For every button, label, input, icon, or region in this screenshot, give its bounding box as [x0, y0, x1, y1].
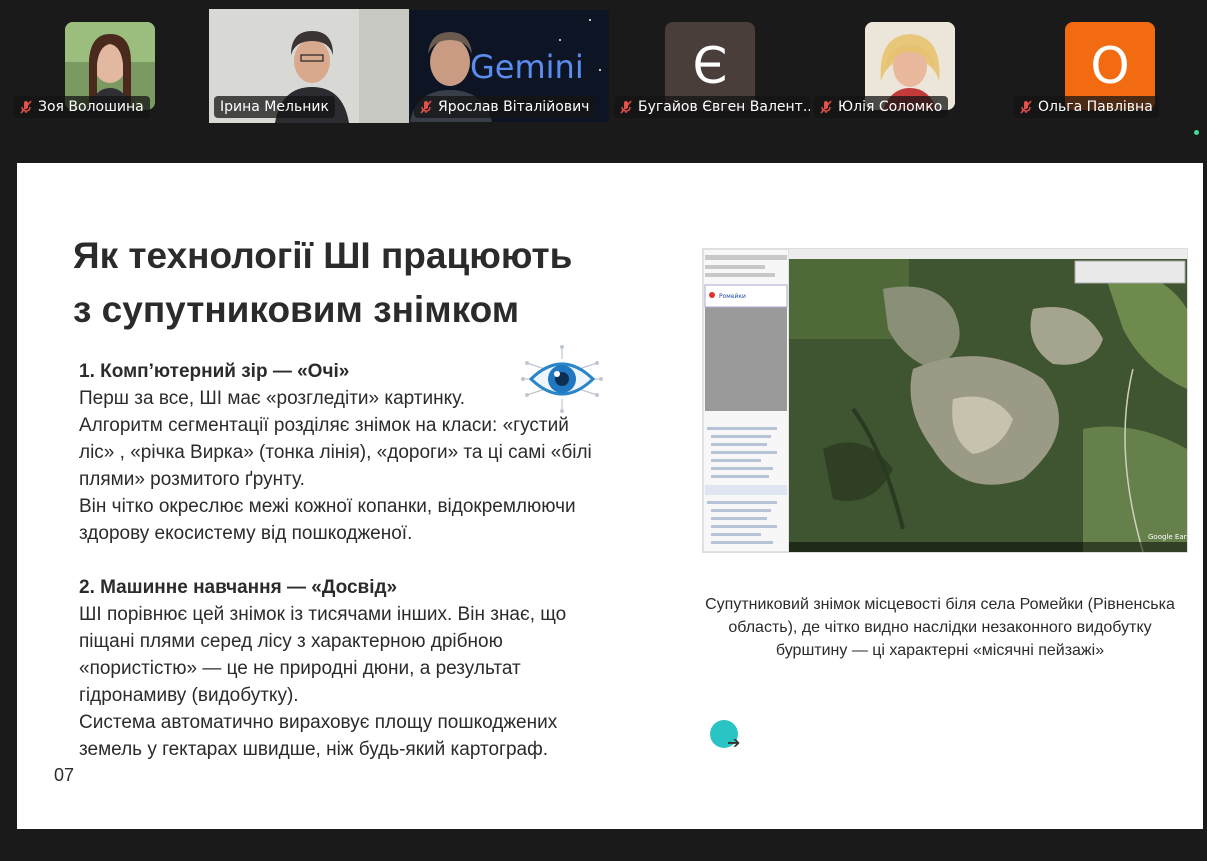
mic-muted-icon — [818, 99, 834, 115]
map-sidebar-item: Ромейки — [719, 293, 746, 300]
section2-line: Система автоматично вираховує площу пошк… — [79, 712, 558, 733]
section1-line: здорову екосистему від пошкодженої. — [79, 523, 413, 544]
mic-muted-icon — [418, 99, 434, 115]
mic-muted-icon — [18, 99, 34, 115]
mic-muted-icon — [1018, 99, 1034, 115]
mic-muted-icon — [618, 99, 634, 115]
gemini-background-text: Gemini — [470, 48, 584, 86]
map-watermark: Google Earth — [1148, 533, 1187, 541]
participant-tile[interactable]: Зоя Волошина — [10, 10, 206, 122]
section2-line: гідронамиву (видобутку). — [79, 685, 299, 706]
participant-tile[interactable]: Юлія Соломко — [810, 10, 1006, 122]
section1-line: ліс» , «річка Вирка» (тонка лінія), «дор… — [79, 442, 592, 463]
section2-line: піщані плями серед лісу з характерною др… — [79, 631, 503, 652]
satellite-screenshot: Ромейки Google Earth — [702, 248, 1188, 553]
section2-line: «пористістю» — це не природні дюни, а ре… — [79, 658, 521, 679]
cursor-icon: ➔ — [727, 733, 741, 752]
participant-name: Ольга Павлівна — [1014, 96, 1159, 118]
section1-line: Алгоритм сегментації розділяє знімок на … — [79, 415, 569, 436]
participant-name: Зоя Волошина — [14, 96, 150, 118]
section1-line: Він чітко окреслює межі кожної копанки, … — [79, 496, 576, 517]
section1-line: плями» розмитого ґрунту. — [79, 469, 305, 490]
participant-tile[interactable]: Gemini Ярослав Віталійович — [410, 10, 609, 122]
section2-line: ШІ порівнює цей знімок із тисячами інших… — [79, 604, 567, 625]
participant-tile[interactable]: Є Бугайов Євген Валент... — [610, 10, 810, 122]
participant-tile[interactable]: О Ольга Павлівна — [1010, 10, 1206, 122]
participant-strip: Зоя Волошина Ірина Мельник Gemini Яросла… — [0, 0, 1207, 130]
page-number: 07 — [54, 765, 75, 785]
participant-name: Юлія Соломко — [814, 96, 949, 118]
slide-body: 1. Комп’ютерний зір — «Очі» Перш за все,… — [79, 358, 659, 763]
participant-name: Бугайов Євген Валент... — [614, 96, 810, 118]
shared-slide: Як технології ШІ працюють з супутниковим… — [17, 163, 1203, 829]
section1-line: Перш за все, ШІ має «розгледіти» картинк… — [79, 388, 466, 409]
connection-status-dot — [1194, 130, 1199, 135]
bottom-bar — [0, 829, 1207, 861]
participant-name: Ярослав Віталійович — [414, 96, 596, 118]
section1-heading: 1. Комп’ютерний зір — «Очі» — [79, 361, 350, 382]
section2-line: земель у гектарах швидше, ніж будь-який … — [79, 739, 549, 760]
section2-heading: 2. Машинне навчання — «Досвід» — [79, 577, 398, 598]
participant-tile-active[interactable]: Ірина Мельник — [209, 9, 409, 123]
participant-name: Ірина Мельник — [214, 96, 335, 118]
image-caption: Супутниковий знімок місцевості біля села… — [705, 596, 1175, 659]
slide-title: Як технології ШІ працюють з супутниковим… — [73, 235, 573, 330]
